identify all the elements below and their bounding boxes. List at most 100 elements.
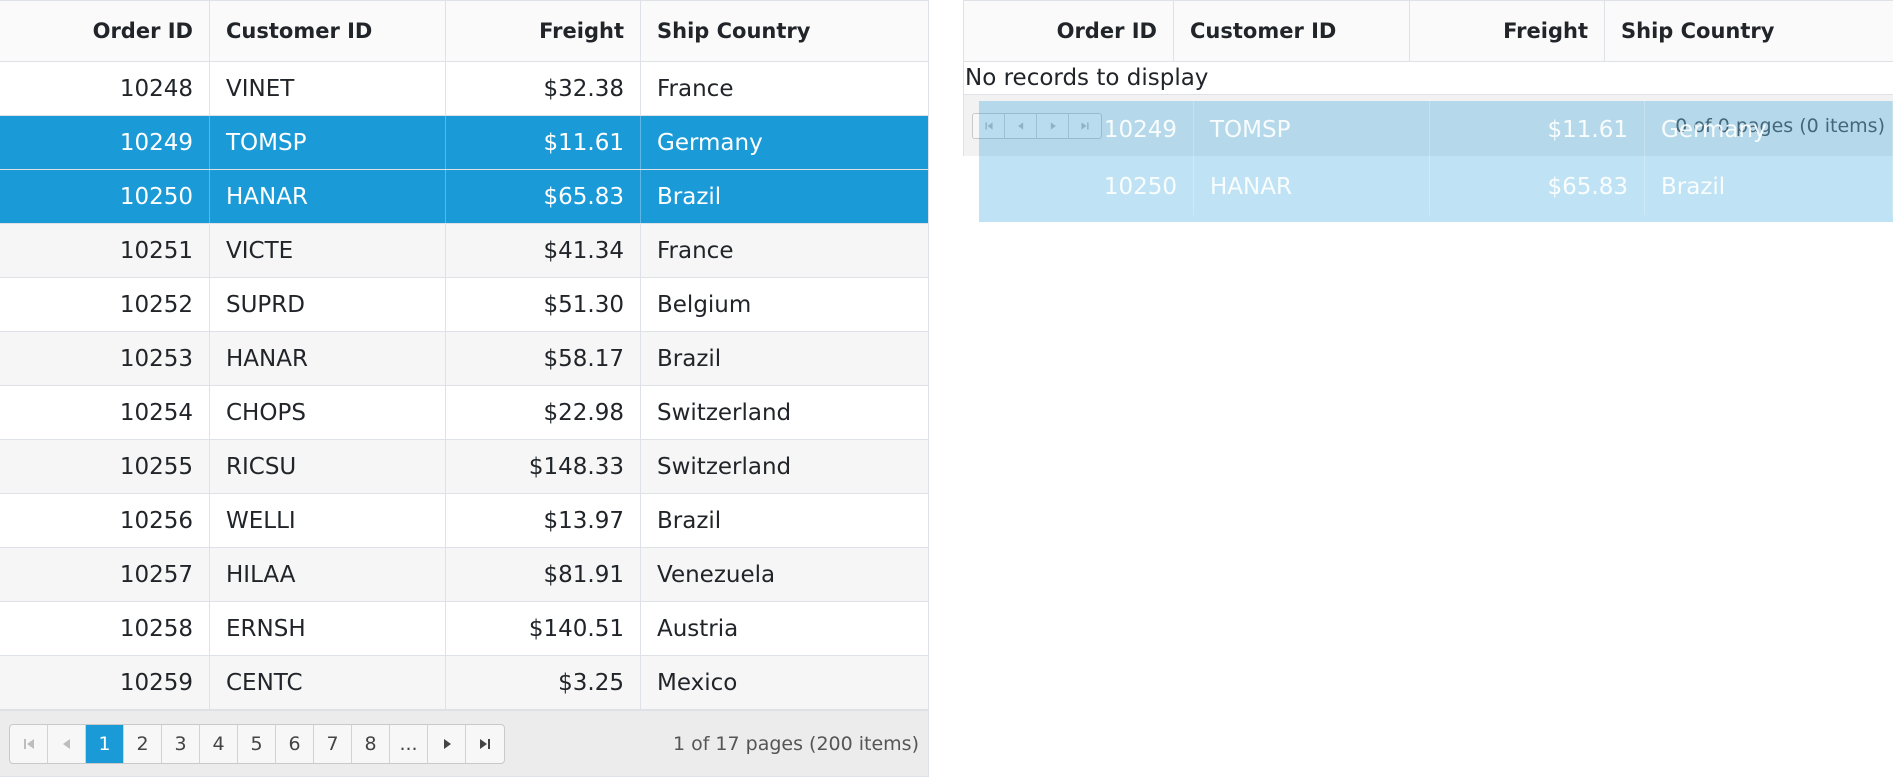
- cell-customer-id: HANAR: [210, 170, 446, 223]
- pager-page-button[interactable]: 7: [314, 724, 352, 763]
- cell-ship-country: Mexico: [657, 669, 738, 696]
- table-row[interactable]: 10251 VICTE $41.34 France: [0, 224, 928, 278]
- header-order-id[interactable]: Order ID: [0, 1, 210, 61]
- next-page-icon[interactable]: [428, 724, 466, 763]
- pager-buttons: [972, 112, 1102, 139]
- cell-customer-id: VINET: [210, 62, 446, 115]
- cell-order-id: 10248: [0, 62, 210, 115]
- cell-freight: $32.38: [446, 62, 641, 115]
- grid-header: Order ID Customer ID Freight Ship Countr…: [0, 1, 928, 62]
- last-page-icon[interactable]: [466, 725, 504, 763]
- header-freight[interactable]: Freight: [446, 1, 641, 61]
- table-row[interactable]: 10252 SUPRD $51.30 Belgium: [0, 278, 928, 332]
- cell-freight: $65.83: [1430, 158, 1645, 215]
- table-row[interactable]: 10249 TOMSP $11.61 Germany: [0, 116, 928, 170]
- pager-page-button[interactable]: 4: [200, 724, 238, 763]
- header-order-id[interactable]: Order ID: [964, 1, 1174, 61]
- cell-freight: $13.97: [446, 494, 641, 547]
- header-customer-id[interactable]: Customer ID: [1174, 1, 1410, 61]
- previous-page-icon[interactable]: [1005, 113, 1037, 138]
- first-page-icon[interactable]: [973, 113, 1005, 138]
- cell-customer-id: HANAR: [1194, 158, 1430, 215]
- cell-order-id: 10250: [979, 158, 1194, 215]
- cell-customer-id: CHOPS: [210, 386, 446, 439]
- pager-page-button[interactable]: 6: [276, 724, 314, 763]
- cell-freight: $65.83: [446, 170, 641, 223]
- source-grid: Order ID Customer ID Freight Ship Countr…: [0, 0, 929, 777]
- cell-ship-country: Brazil: [1645, 158, 1893, 215]
- cell-ship-country: Brazil: [657, 507, 722, 534]
- cell-order-id: 10251: [0, 224, 210, 277]
- pager-info: 0 of 0 pages (0 items): [1675, 114, 1885, 137]
- first-page-icon[interactable]: [10, 724, 48, 763]
- table-row[interactable]: 10255 RICSU $148.33 Switzerland: [0, 440, 928, 494]
- header-customer-id[interactable]: Customer ID: [210, 1, 446, 61]
- cell-customer-id: HANAR: [210, 332, 446, 385]
- table-row[interactable]: 10250 HANAR $65.83 Brazil: [0, 170, 928, 224]
- next-page-icon[interactable]: [1037, 113, 1069, 138]
- table-row[interactable]: 10253 HANAR $58.17 Brazil: [0, 332, 928, 386]
- cell-freight: $3.25: [446, 656, 641, 709]
- grid-body: 10248 VINET $32.38 France 10249 TOMSP $11.61 Ge…: [0, 62, 928, 710]
- cell-ship-country: France: [657, 237, 734, 264]
- cell-freight: $22.98: [446, 386, 641, 439]
- cell-customer-id: ERNSH: [210, 602, 446, 655]
- cell-order-id: 10249: [0, 116, 210, 169]
- table-row[interactable]: 10259 CENTC $3.25 Mexico: [0, 656, 928, 710]
- cell-freight: $140.51: [446, 602, 641, 655]
- cell-customer-id: VICTE: [210, 224, 446, 277]
- grid-pager: 1 2 3 4 5 6 7 8... 1 of 17 pages (200 items): [0, 710, 928, 776]
- cell-order-id: 10259: [0, 656, 210, 709]
- cell-ship-country: Belgium: [657, 291, 752, 318]
- cell-ship-country: Germany: [657, 129, 763, 156]
- cell-order-id: 10250: [0, 170, 210, 223]
- cell-order-id: 10257: [0, 548, 210, 601]
- previous-page-icon[interactable]: [48, 724, 86, 763]
- pager-page-button[interactable]: 5: [238, 724, 276, 763]
- pager-page-button[interactable]: 8: [352, 724, 390, 763]
- header-freight[interactable]: Freight: [1410, 1, 1605, 61]
- table-row[interactable]: 10250 HANAR $65.83 Brazil: [979, 158, 1893, 215]
- table-row[interactable]: 10256 WELLI $13.97 Brazil: [0, 494, 928, 548]
- cell-freight: $11.61: [446, 116, 641, 169]
- cell-freight: $81.91: [446, 548, 641, 601]
- table-row[interactable]: 10258 ERNSH $140.51 Austria: [0, 602, 928, 656]
- cell-order-id: 10255: [0, 440, 210, 493]
- pager-page-button[interactable]: 1: [86, 724, 124, 763]
- cell-order-id: 10256: [0, 494, 210, 547]
- cell-customer-id: HILAA: [210, 548, 446, 601]
- cell-freight: $58.17: [446, 332, 641, 385]
- pager-info: 1 of 17 pages (200 items): [672, 732, 919, 755]
- cell-order-id: 10252: [0, 278, 210, 331]
- cell-customer-id: CENTC: [210, 656, 446, 709]
- pager-page-button[interactable]: 2: [124, 724, 162, 763]
- cell-ship-country: Venezuela: [657, 561, 776, 588]
- cell-freight: $148.33: [446, 440, 641, 493]
- pager-more-button[interactable]: ...: [390, 724, 428, 763]
- cell-order-id: 10253: [0, 332, 210, 385]
- table-row[interactable]: 10248 VINET $32.38 France: [0, 62, 928, 116]
- cell-freight: $41.34: [446, 224, 641, 277]
- header-ship-country[interactable]: Ship Country: [1605, 1, 1893, 61]
- table-row[interactable]: 10254 CHOPS $22.98 Switzerland: [0, 386, 928, 440]
- cell-customer-id: SUPRD: [210, 278, 446, 331]
- grid-pager: 0 of 0 pages (0 items): [964, 95, 1893, 156]
- cell-customer-id: RICSU: [210, 440, 446, 493]
- pager-page-button[interactable]: 3: [162, 724, 200, 763]
- cell-order-id: 10258: [0, 602, 210, 655]
- cell-ship-country: Switzerland: [657, 453, 792, 480]
- cell-customer-id: WELLI: [210, 494, 446, 547]
- header-ship-country[interactable]: Ship Country: [641, 1, 928, 61]
- cell-ship-country: France: [657, 75, 734, 102]
- cell-freight: $51.30: [446, 278, 641, 331]
- last-page-icon[interactable]: [1069, 114, 1101, 138]
- cell-order-id: 10254: [0, 386, 210, 439]
- table-row[interactable]: 10257 HILAA $81.91 Venezuela: [0, 548, 928, 602]
- target-grid: Order ID Customer ID Freight Ship Countr…: [963, 0, 1893, 156]
- cell-ship-country: Brazil: [657, 183, 722, 210]
- cell-customer-id: TOMSP: [210, 116, 446, 169]
- empty-message: No records to display: [964, 62, 1893, 95]
- grid-header: Order ID Customer ID Freight Ship Countr…: [964, 1, 1893, 62]
- cell-ship-country: Switzerland: [657, 399, 792, 426]
- cell-ship-country: Austria: [657, 615, 739, 642]
